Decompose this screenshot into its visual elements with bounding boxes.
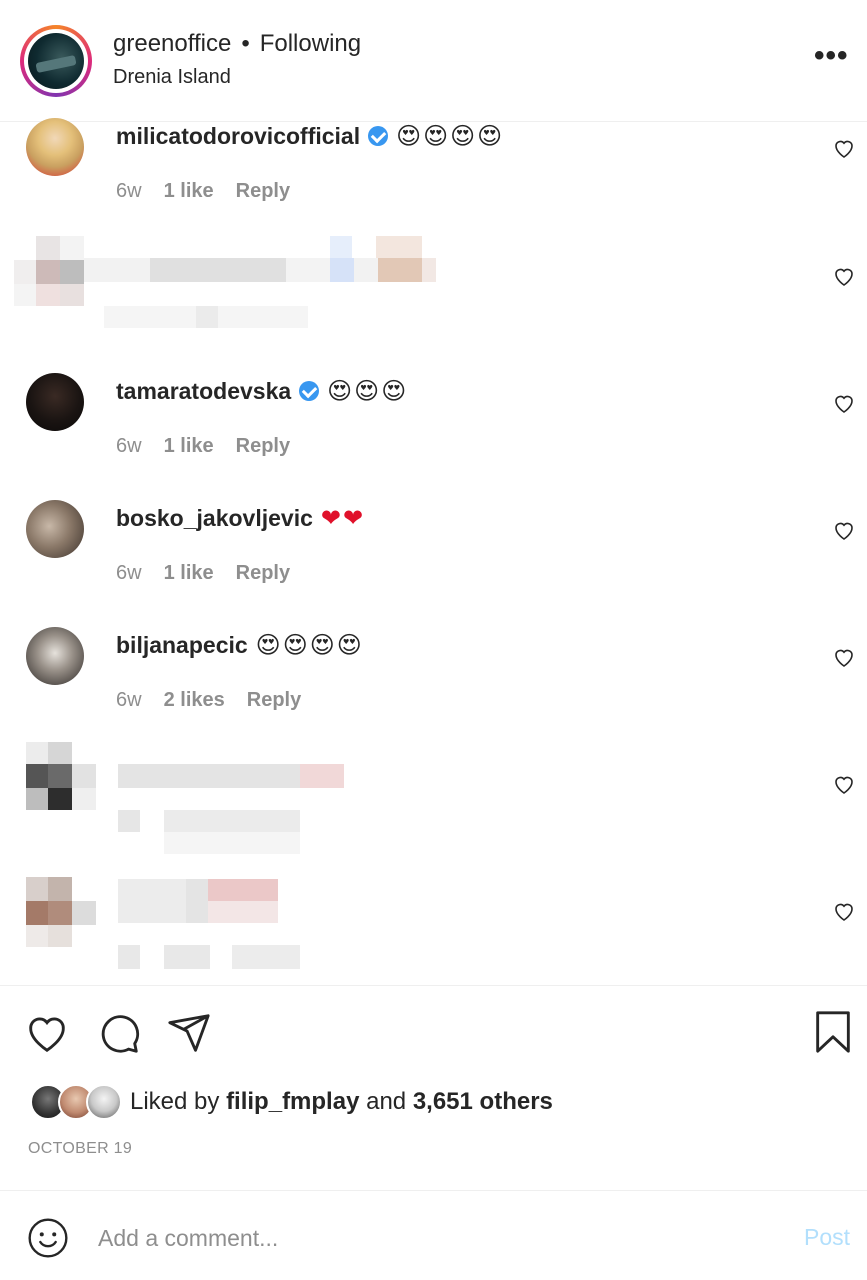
comment-meta: 6w 1 like Reply xyxy=(116,562,290,585)
blurred-avatar xyxy=(26,877,96,947)
header-separator: • xyxy=(241,30,250,57)
liked-by-text: Liked by filip_fmplay and 3,651 others xyxy=(130,1088,553,1116)
comment-body: 😍😍😍😍 xyxy=(255,631,364,659)
add-comment-bar: Post xyxy=(0,1190,867,1280)
post-button[interactable]: Post xyxy=(804,1224,850,1251)
comment-likes[interactable]: 1 like xyxy=(164,180,214,203)
comment-meta: 6w 2 likes Reply xyxy=(116,689,301,712)
comment-text: biljanapecic 😍😍😍😍 xyxy=(116,631,364,659)
blurred-meta xyxy=(118,945,300,969)
comment-text: bosko_jakovljevic ❤❤ xyxy=(116,504,365,532)
verified-badge-icon xyxy=(368,126,389,146)
comment-likes[interactable]: 1 like xyxy=(164,562,214,585)
heart-icon[interactable] xyxy=(24,1010,70,1056)
blurred-text xyxy=(84,258,436,282)
reply-button[interactable]: Reply xyxy=(236,180,290,203)
comment-username[interactable]: milicatodorovicofficial xyxy=(116,123,360,150)
liker-avatars[interactable] xyxy=(30,1082,124,1122)
blurred-meta xyxy=(118,810,300,854)
bookmark-icon[interactable] xyxy=(810,1008,856,1056)
comment-time[interactable]: 6w xyxy=(116,562,142,585)
account-avatar[interactable] xyxy=(20,25,92,97)
comment-meta: 6w 1 like Reply xyxy=(116,180,290,203)
emoji-icon[interactable] xyxy=(26,1216,70,1260)
commenter-avatar[interactable] xyxy=(26,373,84,431)
location-link[interactable]: Drenia Island xyxy=(113,66,231,89)
liked-by-user[interactable]: filip_fmplay xyxy=(226,1088,359,1115)
blurred-comment xyxy=(0,742,867,870)
blurred-text xyxy=(118,879,278,923)
reply-button[interactable]: Reply xyxy=(247,689,301,712)
commenter-avatar[interactable] xyxy=(26,500,84,558)
liked-by: Liked by filip_fmplay and 3,651 others xyxy=(30,1082,553,1122)
comment-meta: 6w 1 like Reply xyxy=(116,435,290,458)
comment-username[interactable]: bosko_jakovljevic xyxy=(116,505,313,532)
header-user-line: greenoffice • Following xyxy=(113,30,361,58)
heart-icon[interactable] xyxy=(832,264,856,288)
comment-item: tamaratodevska 😍😍😍 6w 1 like Reply xyxy=(0,373,867,501)
verified-badge-icon xyxy=(299,381,320,401)
header-username[interactable]: greenoffice xyxy=(113,30,231,58)
comment-time[interactable]: 6w xyxy=(116,180,142,203)
comment-likes[interactable]: 2 likes xyxy=(164,689,225,712)
blurred-avatar xyxy=(26,742,96,810)
heart-icon[interactable] xyxy=(832,899,856,923)
following-button[interactable]: Following xyxy=(260,30,361,58)
comment-username[interactable]: biljanapecic xyxy=(116,632,248,659)
comment-icon[interactable] xyxy=(96,1010,142,1056)
more-options-icon[interactable]: ••• xyxy=(814,41,849,71)
commenter-avatar[interactable] xyxy=(26,118,84,176)
liked-by-prefix: Liked by xyxy=(130,1088,220,1115)
commenter-avatar[interactable] xyxy=(26,627,84,685)
liker-avatar xyxy=(86,1084,122,1120)
share-icon[interactable] xyxy=(166,1010,212,1056)
comment-time[interactable]: 6w xyxy=(116,435,142,458)
blurred-avatar xyxy=(14,236,84,306)
liked-by-others[interactable]: 3,651 others xyxy=(413,1088,553,1115)
heart-icon[interactable] xyxy=(832,772,856,796)
blurred-text xyxy=(118,764,344,788)
post-date[interactable]: OCTOBER 19 xyxy=(28,1140,132,1158)
comment-body: 😍😍😍 xyxy=(327,377,409,405)
reply-button[interactable]: Reply xyxy=(236,435,290,458)
comment-body: ❤❤ xyxy=(320,504,366,532)
heart-icon[interactable] xyxy=(832,645,856,669)
blurred-text-top xyxy=(330,236,436,258)
comment-time[interactable]: 6w xyxy=(116,689,142,712)
comment-item: milicatodorovicofficial 😍😍😍😍 6w 1 like R… xyxy=(0,118,867,246)
comment-body: 😍😍😍😍 xyxy=(396,122,505,150)
comment-text: milicatodorovicofficial 😍😍😍😍 xyxy=(116,122,504,150)
comment-item: biljanapecic 😍😍😍😍 6w 2 likes Reply xyxy=(0,627,867,755)
liked-by-joiner: and xyxy=(366,1088,407,1115)
comment-likes[interactable]: 1 like xyxy=(164,435,214,458)
reply-button[interactable]: Reply xyxy=(236,562,290,585)
comment-item: bosko_jakovljevic ❤❤ 6w 1 like Reply xyxy=(0,500,867,628)
post-header: greenoffice • Following Drenia Island ••… xyxy=(0,0,867,122)
heart-icon[interactable] xyxy=(832,391,856,415)
blurred-meta xyxy=(104,306,308,328)
heart-icon[interactable] xyxy=(832,136,856,160)
comment-username[interactable]: tamaratodevska xyxy=(116,378,291,405)
blurred-comment xyxy=(0,228,867,356)
heart-icon[interactable] xyxy=(832,518,856,542)
comment-input[interactable] xyxy=(98,1221,778,1255)
comment-text: tamaratodevska 😍😍😍 xyxy=(116,377,408,405)
